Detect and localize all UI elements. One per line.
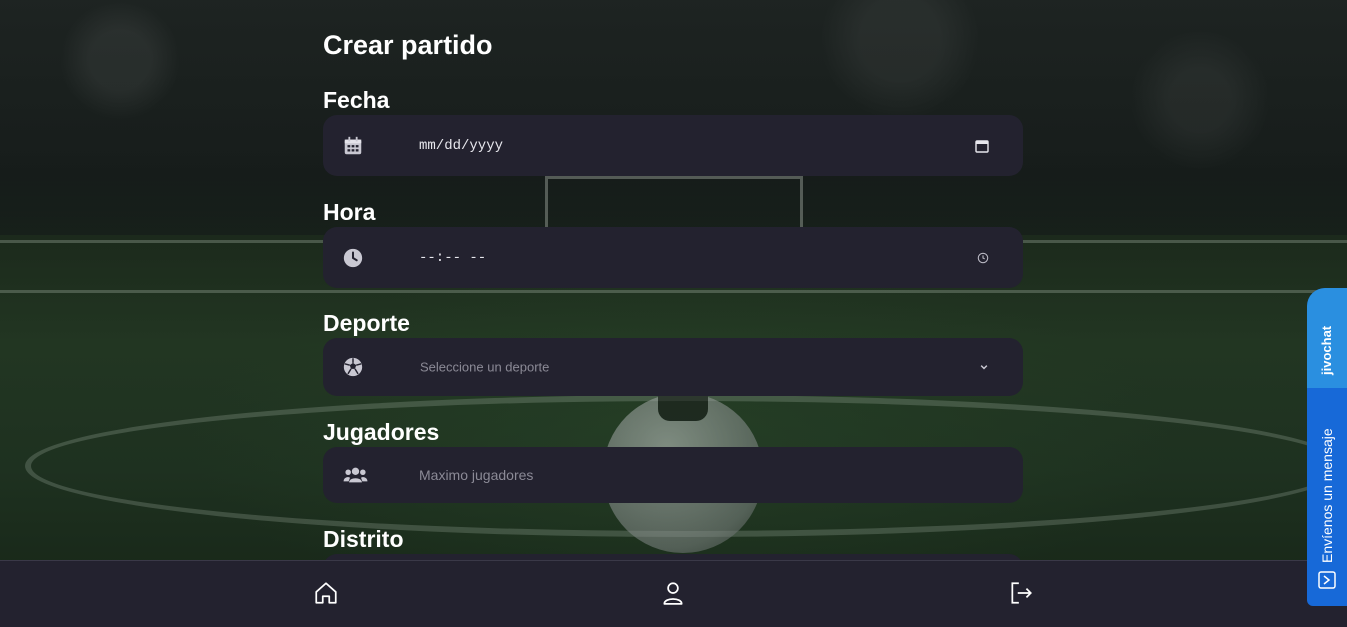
- calendar-picker-icon[interactable]: [975, 139, 989, 153]
- sport-select[interactable]: Seleccione un deporte: [323, 338, 1023, 396]
- soccer-ball-icon: [343, 357, 363, 377]
- stadium-background: [0, 0, 1347, 626]
- page-title: Crear partido: [323, 30, 493, 60]
- jivochat-brand: jivochat: [1319, 325, 1334, 375]
- user-icon[interactable]: [660, 580, 686, 606]
- date-input[interactable]: mm/dd/yyyy: [323, 115, 1023, 176]
- clock-icon: [343, 248, 363, 267]
- users-icon: [343, 467, 368, 483]
- max-players-placeholder: Maximo jugadores: [419, 467, 534, 483]
- calendar-icon: [344, 136, 362, 154]
- chat-icon: [1318, 571, 1336, 589]
- jugadores-label: Jugadores: [323, 419, 440, 445]
- deporte-label: Deporte: [323, 310, 410, 336]
- time-input[interactable]: --:-- --: [323, 227, 1023, 288]
- clock-picker-icon[interactable]: [977, 252, 989, 264]
- bottom-navbar: [0, 560, 1347, 627]
- chevron-down-icon[interactable]: [979, 362, 989, 372]
- time-value: --:-- --: [419, 249, 487, 266]
- hora-label: Hora: [323, 199, 376, 225]
- sport-select-placeholder: Seleccione un deporte: [420, 359, 550, 375]
- jivochat-widget[interactable]: jivochat Envíenos un mensaje: [1307, 288, 1347, 606]
- logout-icon[interactable]: [1008, 580, 1034, 606]
- fecha-label: Fecha: [323, 87, 390, 113]
- max-players-input[interactable]: Maximo jugadores: [323, 447, 1023, 503]
- home-icon[interactable]: [313, 580, 339, 606]
- jivochat-cta: Envíenos un mensaje: [1319, 428, 1335, 563]
- distrito-label: Distrito: [323, 526, 404, 552]
- date-value: mm/dd/yyyy: [419, 137, 504, 154]
